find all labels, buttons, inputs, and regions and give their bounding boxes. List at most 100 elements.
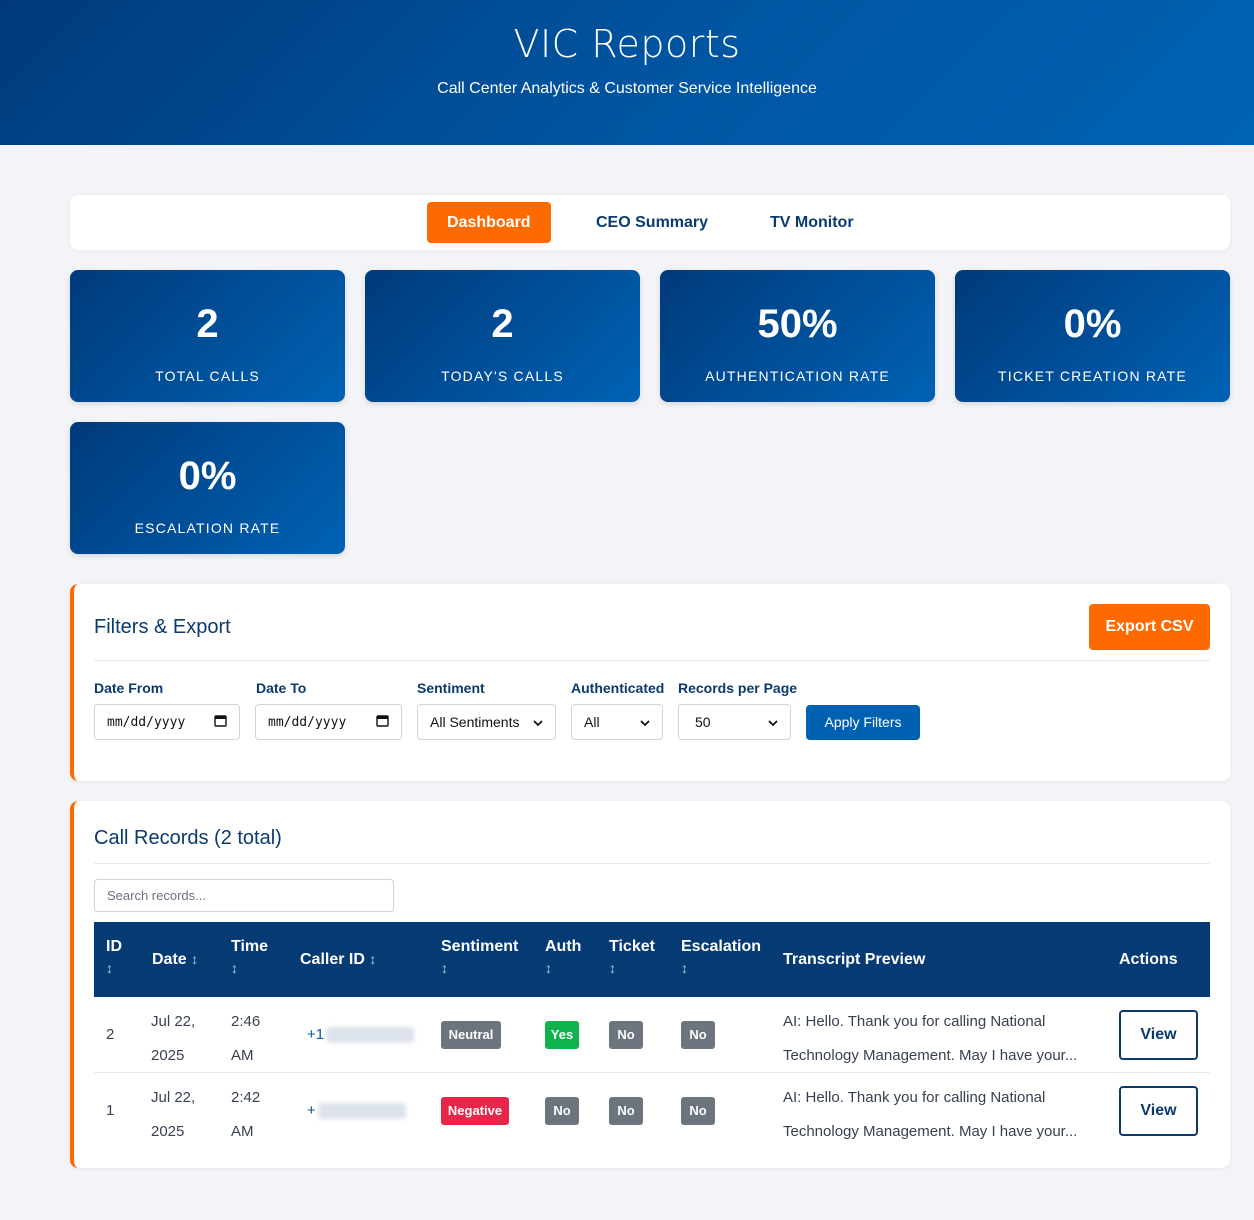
chevron-down-icon xyxy=(640,714,650,730)
sentiment-badge: Neutral xyxy=(441,1021,501,1049)
records-per-page-label: Records per Page xyxy=(678,680,798,696)
stat-label: TODAY'S CALLS xyxy=(441,368,564,384)
column-header-auth[interactable]: Auth ↕ xyxy=(545,938,581,976)
cell-time-line: AM xyxy=(231,1123,254,1140)
sentiment-selected: All Sentiments xyxy=(430,714,520,730)
date-from-input[interactable]: mm/dd/yyyy xyxy=(94,704,240,740)
authenticated-selected: All xyxy=(584,714,600,730)
sort-arrows-icon[interactable]: ↕ xyxy=(369,951,376,967)
column-label: Ticket xyxy=(609,938,655,955)
stat-card-ticket-creation-rate: 0% TICKET CREATION RATE xyxy=(955,270,1230,402)
call-records-title: Call Records (2 total) xyxy=(94,827,282,849)
page-title: VIC Reports xyxy=(513,22,741,66)
filters-title: Filters & Export xyxy=(94,616,231,638)
cell-caller-id: +1 xyxy=(307,1022,415,1048)
page-subtitle: Call Center Analytics & Customer Service… xyxy=(437,80,817,97)
records-per-page-select[interactable]: 50 xyxy=(678,704,791,740)
export-csv-button[interactable]: Export CSV xyxy=(1089,604,1210,650)
cell-time-line: 2:42 xyxy=(231,1089,261,1106)
sort-arrows-icon[interactable]: ↕ xyxy=(441,960,518,976)
divider xyxy=(94,660,1210,661)
table-header: ID ↕ Date ↕ Time ↕ Caller ID ↕ Sentiment… xyxy=(94,922,1210,997)
chevron-down-icon xyxy=(768,714,778,730)
cell-date-line: Jul 22, xyxy=(151,1013,196,1030)
date-from-label: Date From xyxy=(94,680,164,696)
sort-arrows-icon[interactable]: ↕ xyxy=(545,960,581,976)
authenticated-select[interactable]: All xyxy=(571,704,663,740)
date-to-label: Date To xyxy=(256,680,307,696)
redacted-phone xyxy=(326,1027,415,1044)
transcript-line: AI: Hello. Thank you for calling Nationa… xyxy=(783,1013,1046,1030)
column-label: Caller ID xyxy=(300,951,365,968)
nav-bar: Dashboard CEO Summary TV Monitor xyxy=(70,195,1230,250)
cell-date: Jul 22, 2025 xyxy=(151,1085,195,1145)
stat-value: 50% xyxy=(757,302,838,346)
auth-badge: No xyxy=(545,1097,579,1125)
view-button[interactable]: View xyxy=(1119,1010,1198,1060)
sort-arrows-icon[interactable]: ↕ xyxy=(231,960,268,976)
stat-label: ESCALATION RATE xyxy=(134,520,281,536)
call-records-panel: Call Records (2 total) Search records...… xyxy=(70,801,1230,1168)
apply-filters-button[interactable]: Apply Filters xyxy=(806,705,920,740)
column-header-time[interactable]: Time ↕ xyxy=(231,938,268,976)
calendar-icon[interactable] xyxy=(376,714,389,731)
column-header-actions: Actions xyxy=(1119,951,1178,968)
sort-arrows-icon[interactable]: ↕ xyxy=(106,960,122,976)
chevron-down-icon xyxy=(533,714,543,730)
authenticated-label: Authenticated xyxy=(571,680,665,696)
tab-ceo-summary[interactable]: CEO Summary xyxy=(576,202,728,243)
cell-date-line: 2025 xyxy=(151,1123,185,1140)
transcript-line: Technology Management. May I have your..… xyxy=(783,1047,1078,1064)
column-label: Auth xyxy=(545,938,582,955)
tab-tv-monitor[interactable]: TV Monitor xyxy=(750,202,874,243)
transcript-line: AI: Hello. Thank you for calling Nationa… xyxy=(783,1089,1046,1106)
cell-time: 2:42 AM xyxy=(231,1085,260,1145)
records-per-page-selected: 50 xyxy=(695,714,711,730)
stat-value: 0% xyxy=(178,454,237,498)
caller-id-prefix: +1 xyxy=(307,1026,325,1043)
sort-arrows-icon[interactable]: ↕ xyxy=(681,960,761,976)
column-header-caller-id[interactable]: Caller ID ↕ xyxy=(300,951,376,969)
date-to-placeholder: mm/dd/yyyy xyxy=(268,714,347,730)
column-label: Date xyxy=(152,951,187,968)
tab-dashboard[interactable]: Dashboard xyxy=(427,202,551,243)
stat-card-todays-calls: 2 TODAY'S CALLS xyxy=(365,270,640,402)
cell-time: 2:46 AM xyxy=(231,1009,260,1069)
escalation-badge: No xyxy=(681,1021,715,1049)
cell-date-line: Jul 22, xyxy=(151,1089,196,1106)
column-header-date[interactable]: Date ↕ xyxy=(152,951,198,969)
auth-badge: Yes xyxy=(545,1021,579,1049)
stat-label: AUTHENTICATION RATE xyxy=(705,368,890,384)
cell-time-line: 2:46 xyxy=(231,1013,261,1030)
filters-panel: Filters & Export Export CSV Date From mm… xyxy=(70,584,1230,781)
stat-card-escalation-rate: 0% ESCALATION RATE xyxy=(70,422,345,554)
column-label: Escalation xyxy=(681,938,762,955)
ticket-badge: No xyxy=(609,1021,643,1049)
stat-card-total-calls: 2 TOTAL CALLS xyxy=(70,270,345,402)
sentiment-badge: Negative xyxy=(441,1097,509,1125)
column-header-id[interactable]: ID ↕ xyxy=(106,938,122,976)
calendar-icon[interactable] xyxy=(214,714,227,731)
stat-card-authentication-rate: 50% AUTHENTICATION RATE xyxy=(660,270,935,402)
column-label: ID xyxy=(106,938,122,955)
column-label: Time xyxy=(231,938,269,955)
column-header-escalation[interactable]: Escalation ↕ xyxy=(681,938,761,976)
sentiment-select[interactable]: All Sentiments xyxy=(417,704,556,740)
search-placeholder: Search records... xyxy=(107,888,206,903)
cell-date-line: 2025 xyxy=(151,1047,185,1064)
column-header-sentiment[interactable]: Sentiment ↕ xyxy=(441,938,518,976)
search-input[interactable]: Search records... xyxy=(94,879,394,912)
table-row: 2 Jul 22, 2025 2:46 AM +1 Neutral Yes No… xyxy=(94,997,1210,1073)
view-button[interactable]: View xyxy=(1119,1086,1198,1136)
column-header-ticket[interactable]: Ticket ↕ xyxy=(609,938,655,976)
cell-transcript-preview: AI: Hello. Thank you for calling Nationa… xyxy=(783,1085,1103,1145)
date-to-input[interactable]: mm/dd/yyyy xyxy=(255,704,402,740)
sentiment-label: Sentiment xyxy=(417,680,485,696)
caller-id-prefix: + xyxy=(307,1102,316,1119)
table-row: 1 Jul 22, 2025 2:42 AM + Negative No No … xyxy=(94,1073,1210,1149)
sort-arrows-icon[interactable]: ↕ xyxy=(609,960,655,976)
stat-value: 2 xyxy=(491,302,514,346)
stat-label: TICKET CREATION RATE xyxy=(998,368,1187,384)
transcript-line: Technology Management. May I have your..… xyxy=(783,1123,1078,1140)
sort-arrows-icon[interactable]: ↕ xyxy=(191,951,198,967)
